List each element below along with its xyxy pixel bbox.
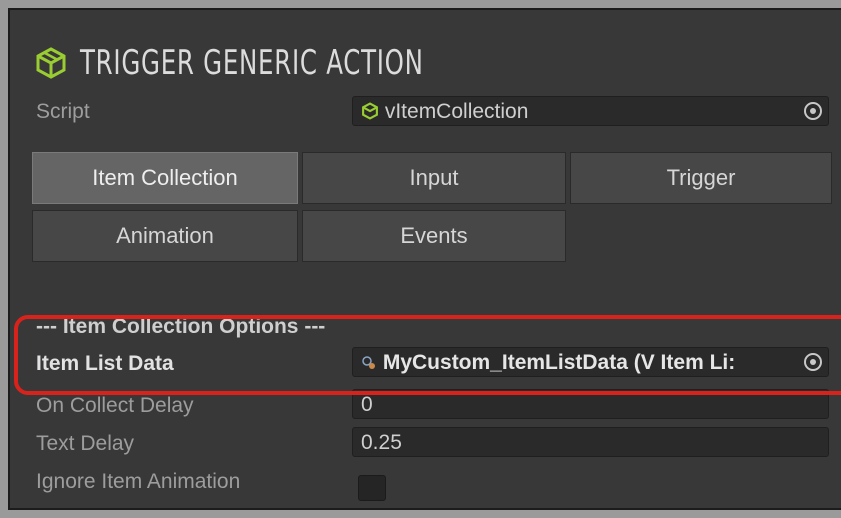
inspector-panel: TRIGGER GENERIC ACTION Script vItemColle…	[8, 8, 841, 510]
object-picker-icon[interactable]	[804, 102, 822, 120]
tab-input[interactable]: Input	[302, 152, 566, 204]
section-title: --- Item Collection Options ---	[36, 315, 326, 338]
tab-animation[interactable]: Animation	[32, 210, 298, 262]
scriptable-object-icon	[362, 356, 375, 369]
text-delay-input[interactable]: 0.25	[352, 427, 829, 457]
text-delay-value: 0.25	[361, 431, 402, 454]
on-collect-delay-value: 0	[361, 393, 373, 416]
tab-events[interactable]: Events	[302, 210, 566, 262]
ignore-item-animation-checkbox[interactable]	[358, 475, 386, 501]
tab-trigger[interactable]: Trigger	[570, 152, 832, 204]
on-collect-delay-input[interactable]: 0	[352, 389, 829, 419]
item-list-data-value: MyCustom_ItemListData (V Item Li:	[382, 351, 736, 374]
script-label: Script	[36, 100, 90, 123]
object-picker-icon[interactable]	[804, 353, 822, 371]
script-field[interactable]: vItemCollection	[352, 96, 829, 126]
item-list-data-field[interactable]: MyCustom_ItemListData (V Item Li:	[352, 347, 829, 377]
component-title: TRIGGER GENERIC ACTION	[80, 43, 424, 83]
text-delay-label: Text Delay	[36, 432, 135, 455]
on-collect-delay-label: On Collect Delay	[36, 394, 194, 417]
script-cube-icon	[362, 102, 378, 120]
tab-item-collection[interactable]: Item Collection	[32, 152, 298, 204]
cube-icon	[36, 47, 66, 79]
ignore-item-animation-label: Ignore Item Animation	[36, 470, 241, 493]
component-header: TRIGGER GENERIC ACTION	[34, 38, 557, 88]
script-value: vItemCollection	[384, 100, 529, 123]
item-list-data-label: Item List Data	[36, 352, 174, 375]
